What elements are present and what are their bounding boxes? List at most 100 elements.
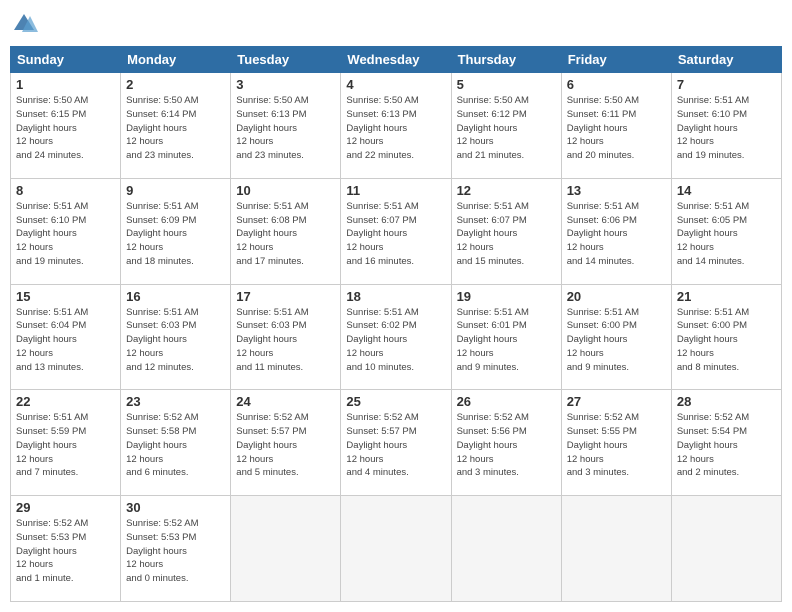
day-info: Sunrise: 5:52 AM Sunset: 5:53 PM Dayligh…	[16, 517, 115, 586]
daylight-label: Daylight hours	[126, 440, 187, 451]
calendar-week-5: 29 Sunrise: 5:52 AM Sunset: 5:53 PM Dayl…	[11, 496, 782, 602]
daylight-duration: 12 hours	[126, 136, 163, 147]
calendar-cell	[671, 496, 781, 602]
calendar-cell: 10 Sunrise: 5:51 AM Sunset: 6:08 PM Dayl…	[231, 178, 341, 284]
day-info: Sunrise: 5:51 AM Sunset: 5:59 PM Dayligh…	[16, 411, 115, 480]
calendar-week-3: 15 Sunrise: 5:51 AM Sunset: 6:04 PM Dayl…	[11, 284, 782, 390]
daylight-label: Daylight hours	[677, 228, 738, 239]
sunrise-label: Sunrise: 5:50 AM	[567, 95, 639, 106]
day-info: Sunrise: 5:51 AM Sunset: 6:05 PM Dayligh…	[677, 200, 776, 269]
sunrise-label: Sunrise: 5:51 AM	[567, 201, 639, 212]
day-info: Sunrise: 5:52 AM Sunset: 5:54 PM Dayligh…	[677, 411, 776, 480]
day-info: Sunrise: 5:50 AM Sunset: 6:11 PM Dayligh…	[567, 94, 666, 163]
weekday-header-thursday: Thursday	[451, 47, 561, 73]
day-number: 30	[126, 500, 225, 515]
calendar-cell: 30 Sunrise: 5:52 AM Sunset: 5:53 PM Dayl…	[121, 496, 231, 602]
calendar-cell: 27 Sunrise: 5:52 AM Sunset: 5:55 PM Dayl…	[561, 390, 671, 496]
day-info: Sunrise: 5:51 AM Sunset: 6:00 PM Dayligh…	[677, 306, 776, 375]
calendar-week-4: 22 Sunrise: 5:51 AM Sunset: 5:59 PM Dayl…	[11, 390, 782, 496]
sunrise-label: Sunrise: 5:52 AM	[457, 412, 529, 423]
daylight-duration: 12 hours	[677, 454, 714, 465]
calendar-cell: 24 Sunrise: 5:52 AM Sunset: 5:57 PM Dayl…	[231, 390, 341, 496]
daylight-minutes: and 5 minutes.	[236, 467, 298, 478]
day-number: 3	[236, 77, 335, 92]
header	[10, 10, 782, 38]
weekday-header-wednesday: Wednesday	[341, 47, 451, 73]
calendar-cell: 17 Sunrise: 5:51 AM Sunset: 6:03 PM Dayl…	[231, 284, 341, 390]
sunrise-label: Sunrise: 5:51 AM	[16, 412, 88, 423]
daylight-duration: 12 hours	[346, 242, 383, 253]
sunrise-label: Sunrise: 5:51 AM	[677, 95, 749, 106]
weekday-header-sunday: Sunday	[11, 47, 121, 73]
daylight-duration: 12 hours	[126, 559, 163, 570]
day-number: 21	[677, 289, 776, 304]
daylight-duration: 12 hours	[236, 136, 273, 147]
sunset-label: Sunset: 6:05 PM	[677, 215, 747, 226]
daylight-label: Daylight hours	[677, 334, 738, 345]
sunrise-label: Sunrise: 5:51 AM	[457, 201, 529, 212]
daylight-duration: 12 hours	[16, 348, 53, 359]
sunset-label: Sunset: 5:57 PM	[236, 426, 306, 437]
daylight-duration: 12 hours	[236, 454, 273, 465]
day-number: 24	[236, 394, 335, 409]
sunrise-label: Sunrise: 5:51 AM	[236, 307, 308, 318]
daylight-label: Daylight hours	[126, 228, 187, 239]
calendar-cell: 25 Sunrise: 5:52 AM Sunset: 5:57 PM Dayl…	[341, 390, 451, 496]
day-info: Sunrise: 5:51 AM Sunset: 6:09 PM Dayligh…	[126, 200, 225, 269]
daylight-duration: 12 hours	[126, 242, 163, 253]
logo	[10, 10, 42, 38]
daylight-minutes: and 21 minutes.	[457, 150, 525, 161]
daylight-minutes: and 8 minutes.	[677, 362, 739, 373]
daylight-minutes: and 14 minutes.	[567, 256, 635, 267]
day-number: 17	[236, 289, 335, 304]
sunset-label: Sunset: 6:00 PM	[677, 320, 747, 331]
daylight-minutes: and 3 minutes.	[457, 467, 519, 478]
daylight-label: Daylight hours	[16, 440, 77, 451]
day-number: 23	[126, 394, 225, 409]
sunset-label: Sunset: 5:57 PM	[346, 426, 416, 437]
daylight-minutes: and 20 minutes.	[567, 150, 635, 161]
daylight-duration: 12 hours	[457, 348, 494, 359]
calendar-cell: 16 Sunrise: 5:51 AM Sunset: 6:03 PM Dayl…	[121, 284, 231, 390]
sunset-label: Sunset: 6:08 PM	[236, 215, 306, 226]
day-number: 22	[16, 394, 115, 409]
sunset-label: Sunset: 6:00 PM	[567, 320, 637, 331]
sunset-label: Sunset: 6:01 PM	[457, 320, 527, 331]
sunset-label: Sunset: 6:10 PM	[16, 215, 86, 226]
weekday-header-row: SundayMondayTuesdayWednesdayThursdayFrid…	[11, 47, 782, 73]
day-number: 15	[16, 289, 115, 304]
day-number: 14	[677, 183, 776, 198]
sunset-label: Sunset: 6:04 PM	[16, 320, 86, 331]
calendar-cell: 13 Sunrise: 5:51 AM Sunset: 6:06 PM Dayl…	[561, 178, 671, 284]
calendar-cell: 21 Sunrise: 5:51 AM Sunset: 6:00 PM Dayl…	[671, 284, 781, 390]
calendar-cell: 23 Sunrise: 5:52 AM Sunset: 5:58 PM Dayl…	[121, 390, 231, 496]
sunset-label: Sunset: 6:13 PM	[236, 109, 306, 120]
day-number: 27	[567, 394, 666, 409]
day-number: 8	[16, 183, 115, 198]
day-info: Sunrise: 5:52 AM Sunset: 5:56 PM Dayligh…	[457, 411, 556, 480]
sunrise-label: Sunrise: 5:51 AM	[346, 201, 418, 212]
day-number: 20	[567, 289, 666, 304]
day-info: Sunrise: 5:51 AM Sunset: 6:03 PM Dayligh…	[126, 306, 225, 375]
day-number: 26	[457, 394, 556, 409]
sunrise-label: Sunrise: 5:52 AM	[346, 412, 418, 423]
day-info: Sunrise: 5:51 AM Sunset: 6:01 PM Dayligh…	[457, 306, 556, 375]
daylight-duration: 12 hours	[236, 348, 273, 359]
daylight-duration: 12 hours	[677, 136, 714, 147]
daylight-minutes: and 9 minutes.	[457, 362, 519, 373]
daylight-duration: 12 hours	[346, 454, 383, 465]
sunset-label: Sunset: 6:03 PM	[126, 320, 196, 331]
day-number: 16	[126, 289, 225, 304]
sunset-label: Sunset: 6:03 PM	[236, 320, 306, 331]
calendar-cell: 20 Sunrise: 5:51 AM Sunset: 6:00 PM Dayl…	[561, 284, 671, 390]
daylight-label: Daylight hours	[567, 228, 628, 239]
calendar-cell: 8 Sunrise: 5:51 AM Sunset: 6:10 PM Dayli…	[11, 178, 121, 284]
sunrise-label: Sunrise: 5:52 AM	[126, 412, 198, 423]
sunset-label: Sunset: 6:06 PM	[567, 215, 637, 226]
sunset-label: Sunset: 6:02 PM	[346, 320, 416, 331]
daylight-label: Daylight hours	[346, 334, 407, 345]
daylight-label: Daylight hours	[567, 334, 628, 345]
day-number: 4	[346, 77, 445, 92]
calendar-cell: 28 Sunrise: 5:52 AM Sunset: 5:54 PM Dayl…	[671, 390, 781, 496]
calendar-week-2: 8 Sunrise: 5:51 AM Sunset: 6:10 PM Dayli…	[11, 178, 782, 284]
